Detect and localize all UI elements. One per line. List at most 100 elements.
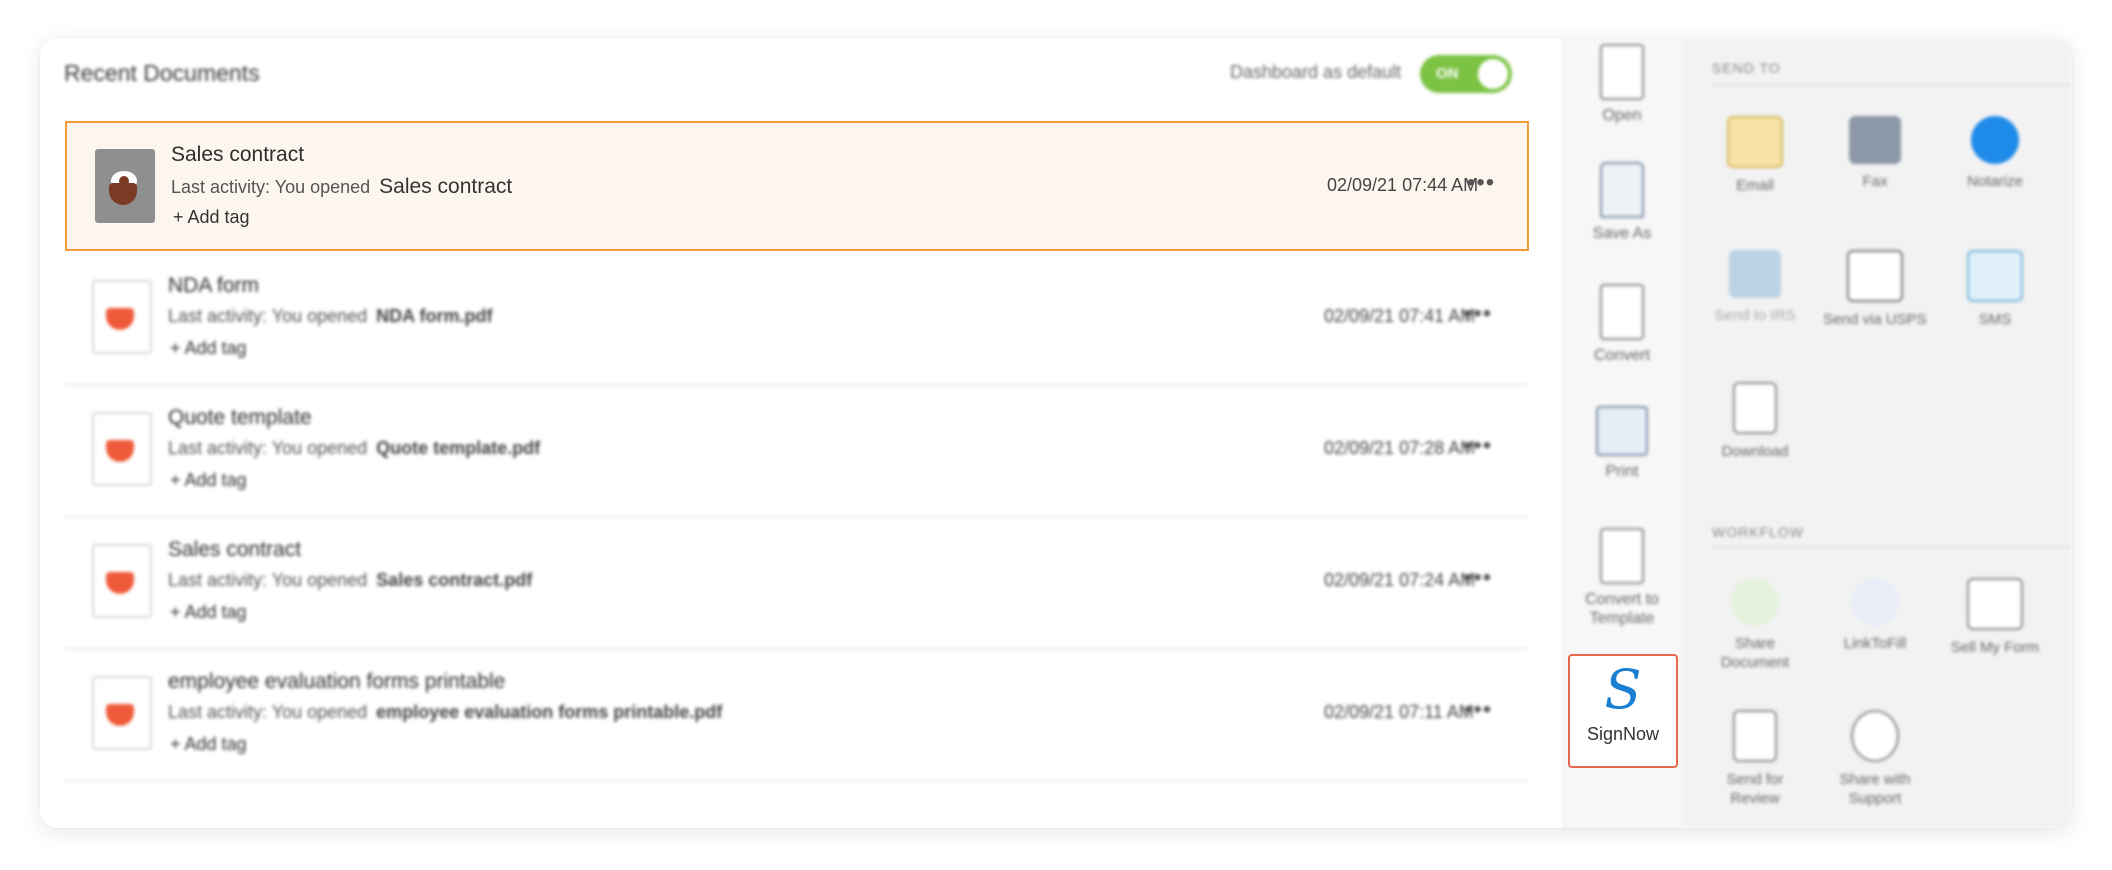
document-mark-icon bbox=[109, 183, 137, 205]
add-tag-button[interactable]: + Add tag bbox=[173, 207, 250, 228]
fax-icon bbox=[1849, 116, 1901, 164]
sell-form-icon bbox=[1967, 578, 2023, 630]
irs-icon bbox=[1729, 250, 1781, 298]
document-title[interactable]: Sales contract bbox=[168, 538, 301, 562]
share-icon bbox=[1731, 578, 1779, 626]
document-title[interactable]: NDA form bbox=[168, 274, 259, 298]
activity-file-name: NDA form.pdf bbox=[376, 306, 493, 326]
notarize-button[interactable]: Notarize bbox=[1940, 116, 2050, 191]
activity-file-name: employee evaluation forms printable.pdf bbox=[376, 702, 723, 722]
signnow-logo-icon: S bbox=[1604, 658, 1642, 721]
signnow-label: SignNow bbox=[1586, 724, 1660, 744]
print-button[interactable]: Print bbox=[1562, 406, 1682, 481]
more-options-icon[interactable]: ••• bbox=[1464, 300, 1492, 328]
document-row[interactable]: Sales contract Last activity: You opened… bbox=[64, 518, 1528, 650]
document-date: 02/09/21 07:24 AM bbox=[1324, 570, 1476, 590]
sell-my-form-button[interactable]: Sell My Form bbox=[1940, 578, 2050, 657]
convert-to-template-button[interactable]: Convert to Template bbox=[1562, 528, 1682, 628]
document-activity: Last activity: You opened Sales contract… bbox=[168, 570, 532, 591]
share-document-button[interactable]: Share Document bbox=[1700, 578, 1810, 672]
pdf-file-icon bbox=[92, 544, 152, 618]
workflow-heading: WORKFLOW bbox=[1712, 524, 1804, 540]
email-button[interactable]: Email bbox=[1700, 116, 1810, 195]
mailbox-icon bbox=[1847, 250, 1903, 302]
signnow-button[interactable]: S SignNow bbox=[1568, 654, 1678, 768]
toggle-state-label: ON bbox=[1436, 65, 1459, 82]
save-as-label: Save As bbox=[1592, 225, 1652, 242]
more-options-icon[interactable]: ••• bbox=[1464, 564, 1492, 592]
send-to-irs-button[interactable]: Send to IRS bbox=[1700, 250, 1810, 325]
actions-panel: SEND TO Email Fax Notarize Send to IRS S… bbox=[1682, 38, 2072, 828]
dashboard-default-toggle[interactable]: ON bbox=[1420, 55, 1512, 93]
activity-file-name: Sales contract bbox=[379, 175, 513, 198]
document-title[interactable]: Sales contract bbox=[171, 143, 304, 167]
section-divider bbox=[1712, 84, 2072, 86]
section-divider bbox=[1712, 546, 2072, 548]
pdf-mark-icon bbox=[106, 440, 134, 462]
open-button[interactable]: Open bbox=[1562, 44, 1682, 125]
activity-file-name: Quote template.pdf bbox=[376, 438, 541, 458]
sell-form-label: Sell My Form bbox=[1950, 639, 2040, 656]
save-as-button[interactable]: Save As bbox=[1562, 162, 1682, 243]
add-tag-button[interactable]: + Add tag bbox=[170, 470, 247, 491]
more-options-icon[interactable]: ••• bbox=[1467, 169, 1495, 197]
document-title[interactable]: employee evaluation forms printable bbox=[168, 670, 505, 694]
document-thumbnail-icon bbox=[95, 149, 155, 223]
document-activity: Last activity: You opened Sales contract bbox=[171, 175, 512, 199]
email-label: Email bbox=[1736, 177, 1774, 194]
main-card: Recent Documents Dashboard as default ON… bbox=[40, 38, 2072, 828]
share-document-label: Share Document bbox=[1720, 635, 1790, 671]
send-review-label: Send for Review bbox=[1726, 771, 1784, 807]
pdf-file-icon bbox=[92, 280, 152, 354]
pdf-mark-icon bbox=[106, 572, 134, 594]
open-document-icon bbox=[1600, 44, 1644, 100]
more-options-icon[interactable]: ••• bbox=[1464, 696, 1492, 724]
fax-button[interactable]: Fax bbox=[1820, 116, 1930, 191]
document-title[interactable]: Quote template bbox=[168, 406, 312, 430]
add-tag-button[interactable]: + Add tag bbox=[170, 602, 247, 623]
document-activity: Last activity: You opened Quote template… bbox=[168, 438, 540, 459]
send-for-review-button[interactable]: Send for Review bbox=[1700, 710, 1810, 808]
download-button[interactable]: Download bbox=[1700, 382, 1810, 461]
activity-file-name: Sales contract.pdf bbox=[376, 570, 533, 590]
tools-sidebar: Open Save As Convert Print Convert to Te… bbox=[1562, 38, 1682, 828]
convert-template-label: Convert to Template bbox=[1585, 591, 1659, 627]
print-label: Print bbox=[1605, 463, 1639, 480]
support-icon bbox=[1851, 710, 1899, 762]
open-label: Open bbox=[1602, 107, 1642, 124]
document-date: 02/09/21 07:41 AM bbox=[1324, 306, 1476, 326]
activity-prefix: Last activity: You opened bbox=[171, 177, 371, 197]
printer-icon bbox=[1596, 406, 1648, 456]
document-row[interactable]: employee evaluation forms printable Last… bbox=[64, 650, 1528, 782]
activity-prefix: Last activity: You opened bbox=[168, 570, 368, 590]
add-tag-button[interactable]: + Add tag bbox=[170, 734, 247, 755]
pdf-mark-icon bbox=[106, 308, 134, 330]
sms-bubble-icon bbox=[1967, 250, 2023, 302]
link-icon bbox=[1851, 578, 1899, 626]
send-usps-label: Send via USPS bbox=[1823, 311, 1927, 328]
pdf-mark-icon bbox=[106, 704, 134, 726]
notary-icon bbox=[1971, 116, 2019, 164]
notarize-label: Notarize bbox=[1967, 173, 2023, 190]
template-icon bbox=[1600, 528, 1644, 584]
document-row[interactable]: NDA form Last activity: You opened NDA f… bbox=[64, 254, 1528, 386]
save-as-icon bbox=[1600, 162, 1644, 218]
recent-documents-panel: Recent Documents Dashboard as default ON… bbox=[40, 38, 1562, 828]
activity-prefix: Last activity: You opened bbox=[168, 702, 368, 722]
document-date: 02/09/21 07:44 AM bbox=[1327, 175, 1479, 195]
add-tag-button[interactable]: + Add tag bbox=[170, 338, 247, 359]
sms-label: SMS bbox=[1978, 311, 2012, 328]
document-row[interactable]: Quote template Last activity: You opened… bbox=[64, 386, 1528, 518]
linktofill-button[interactable]: LinkToFill bbox=[1820, 578, 1930, 653]
pdf-file-icon bbox=[92, 412, 152, 486]
document-row[interactable]: Sales contract Last activity: You opened… bbox=[65, 121, 1529, 251]
more-options-icon[interactable]: ••• bbox=[1464, 432, 1492, 460]
activity-prefix: Last activity: You opened bbox=[168, 438, 368, 458]
envelope-icon bbox=[1727, 116, 1783, 168]
send-via-usps-button[interactable]: Send via USPS bbox=[1820, 250, 1930, 329]
sms-button[interactable]: SMS bbox=[1940, 250, 2050, 329]
convert-button[interactable]: Convert bbox=[1562, 284, 1682, 365]
share-with-support-button[interactable]: Share with Support bbox=[1820, 710, 1930, 808]
panel-title: Recent Documents bbox=[64, 60, 260, 86]
send-to-heading: SEND TO bbox=[1712, 60, 1781, 76]
